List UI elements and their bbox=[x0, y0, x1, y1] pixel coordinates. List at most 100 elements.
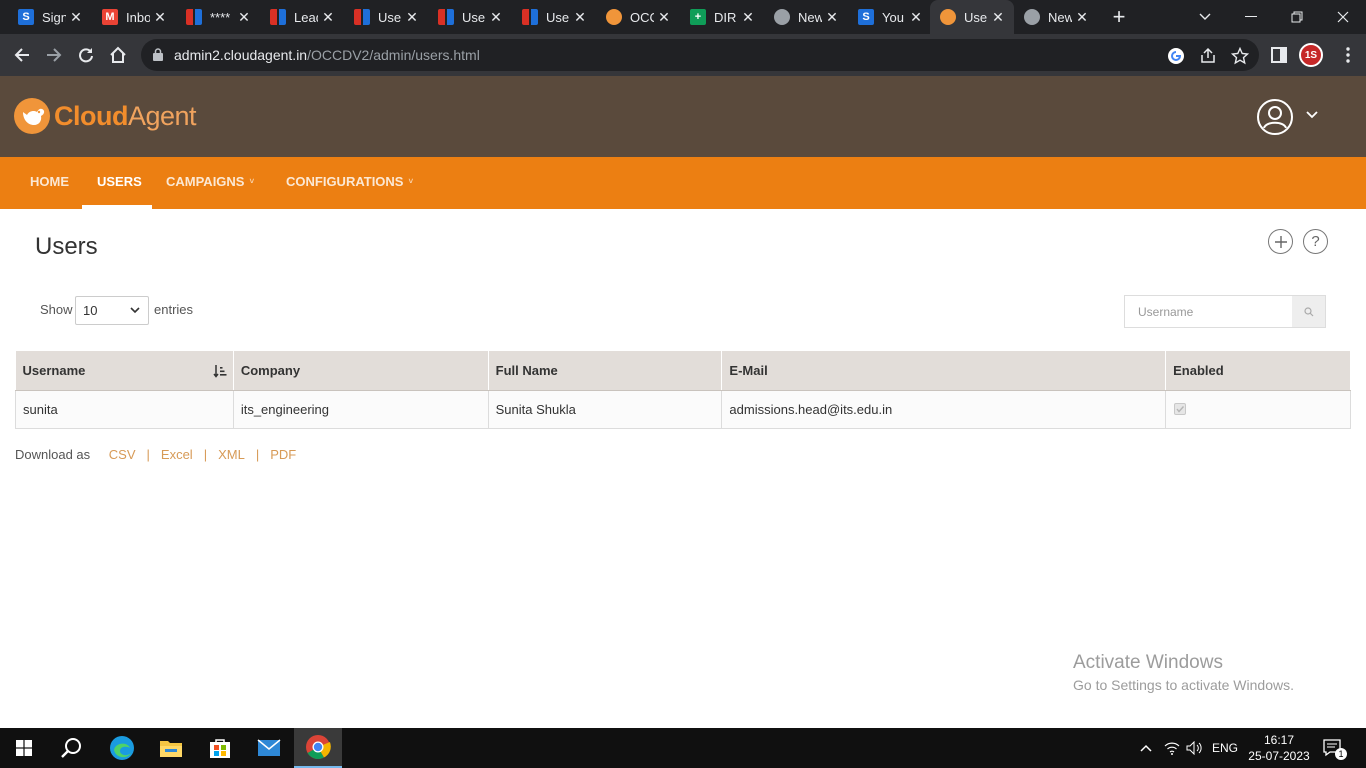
mail-icon bbox=[257, 739, 281, 756]
chrome-taskbar-button[interactable] bbox=[294, 728, 342, 768]
browser-tab[interactable]: **** ✕ bbox=[176, 0, 260, 34]
enabled-checkbox bbox=[1174, 403, 1187, 415]
reload-icon bbox=[79, 48, 93, 63]
show-hidden-icons-button[interactable] bbox=[1140, 728, 1152, 768]
table-row[interactable]: sunita its_engineering Sunita Shukla adm… bbox=[15, 390, 1351, 429]
close-tab-icon[interactable]: ✕ bbox=[488, 9, 504, 25]
column-header-enabled[interactable]: Enabled bbox=[1165, 351, 1351, 391]
url-path: /OCCDV2/admin/users.html bbox=[307, 47, 480, 63]
entries-value: 10 bbox=[83, 303, 98, 318]
sort-ascending-icon bbox=[213, 365, 227, 378]
browser-tab[interactable]: New ✕ bbox=[1014, 0, 1098, 34]
close-window-button[interactable] bbox=[1320, 0, 1366, 34]
browser-tab[interactable]: S Sign ✕ bbox=[8, 0, 92, 34]
watermark-line-1: Activate Windows bbox=[1073, 652, 1223, 673]
app-header: CloudAgent bbox=[0, 76, 1366, 157]
browser-tab[interactable]: Use ✕ bbox=[930, 0, 1014, 34]
help-button[interactable]: ? bbox=[1303, 229, 1328, 254]
close-icon bbox=[1337, 11, 1349, 23]
nav-users[interactable]: USERS bbox=[97, 157, 142, 209]
chrome-icon bbox=[306, 735, 331, 760]
username-search-input[interactable]: Username bbox=[1124, 295, 1326, 328]
file-explorer-taskbar-button[interactable] bbox=[147, 728, 195, 768]
cloudagent-logo[interactable]: CloudAgent bbox=[14, 98, 197, 134]
browser-tab[interactable]: Users✕ bbox=[344, 0, 428, 34]
close-tab-icon[interactable]: ✕ bbox=[656, 9, 672, 25]
user-avatar-icon[interactable] bbox=[1257, 99, 1293, 135]
close-tab-icon[interactable]: ✕ bbox=[1074, 9, 1090, 25]
close-tab-icon[interactable]: ✕ bbox=[152, 9, 168, 25]
plus-icon bbox=[1274, 235, 1287, 248]
address-bar[interactable]: admin2.cloudagent.in/OCCDV2/admin/users.… bbox=[141, 39, 1259, 71]
column-header-email[interactable]: E-Mail bbox=[721, 351, 1167, 391]
side-panel-button[interactable] bbox=[1267, 43, 1291, 67]
bookmark-icon bbox=[186, 9, 202, 25]
minimize-button[interactable] bbox=[1228, 0, 1274, 34]
close-tab-icon[interactable]: ✕ bbox=[990, 9, 1006, 25]
close-tab-icon[interactable]: ✕ bbox=[572, 9, 588, 25]
network-button[interactable] bbox=[1164, 728, 1180, 768]
browser-tab[interactable]: + DIR ✕ bbox=[680, 0, 764, 34]
edge-taskbar-button[interactable] bbox=[98, 728, 146, 768]
chevron-down-icon bbox=[1199, 13, 1211, 20]
forward-button[interactable] bbox=[41, 42, 67, 68]
mail-taskbar-button[interactable] bbox=[245, 728, 293, 768]
cloudagent-icon bbox=[940, 9, 956, 25]
column-header-full-name[interactable]: Full Name bbox=[488, 351, 723, 391]
close-tab-icon[interactable]: ✕ bbox=[908, 9, 924, 25]
speaker-icon bbox=[1186, 741, 1202, 755]
back-button[interactable] bbox=[9, 42, 35, 68]
notifications-button[interactable]: 1 bbox=[1323, 728, 1347, 768]
language-indicator[interactable]: ENG bbox=[1212, 728, 1238, 768]
close-tab-icon[interactable]: ✕ bbox=[68, 9, 84, 25]
browser-tab[interactable]: Users✕ bbox=[428, 0, 512, 34]
browser-tab[interactable]: Users✕ bbox=[512, 0, 596, 34]
browser-tab[interactable]: S You ✕ bbox=[848, 0, 932, 34]
store-taskbar-button[interactable] bbox=[196, 728, 244, 768]
page-title: Users bbox=[35, 233, 98, 260]
share-icon[interactable] bbox=[1199, 47, 1217, 65]
user-menu-chevron-icon[interactable] bbox=[1306, 111, 1318, 119]
new-tab-button[interactable]: + bbox=[1107, 5, 1131, 29]
profile-button[interactable]: 1S bbox=[1299, 43, 1323, 67]
browser-menu-button[interactable] bbox=[1336, 43, 1360, 67]
browser-tab[interactable]: Leads✕ bbox=[260, 0, 344, 34]
google-icon[interactable] bbox=[1167, 47, 1185, 65]
volume-button[interactable] bbox=[1186, 728, 1204, 768]
download-csv-link[interactable]: CSV bbox=[109, 447, 136, 462]
close-tab-icon[interactable]: ✕ bbox=[824, 9, 840, 25]
browser-tab[interactable]: OCC✕ bbox=[596, 0, 680, 34]
restore-button[interactable] bbox=[1274, 0, 1320, 34]
clock[interactable]: 16:17 25-07-2023 bbox=[1246, 732, 1312, 764]
nav-configurations[interactable]: CONFIGURATIONS ˅ bbox=[286, 157, 413, 209]
edge-icon bbox=[110, 736, 134, 760]
tab-search-button[interactable] bbox=[1182, 0, 1228, 34]
cloudagent-bird-icon bbox=[14, 98, 50, 134]
download-excel-link[interactable]: Excel bbox=[161, 447, 193, 462]
nav-home[interactable]: HOME bbox=[30, 157, 69, 209]
nav-campaigns[interactable]: CAMPAIGNS ˅ bbox=[166, 157, 254, 209]
add-user-button[interactable] bbox=[1268, 229, 1293, 254]
home-button[interactable] bbox=[105, 42, 131, 68]
search-button[interactable] bbox=[1292, 296, 1325, 327]
reload-button[interactable] bbox=[73, 42, 99, 68]
kebab-menu-icon bbox=[1346, 47, 1350, 63]
clock-date: 25-07-2023 bbox=[1248, 749, 1310, 763]
close-tab-icon[interactable]: ✕ bbox=[320, 9, 336, 25]
close-tab-icon[interactable]: ✕ bbox=[404, 9, 420, 25]
download-pdf-link[interactable]: PDF bbox=[270, 447, 296, 462]
search-taskbar-button[interactable] bbox=[48, 728, 96, 768]
column-header-username[interactable]: Username bbox=[15, 351, 234, 391]
browser-tab[interactable]: M Inbox✕ bbox=[92, 0, 176, 34]
caret-down-icon: ˅ bbox=[249, 177, 255, 186]
bookmark-star-icon[interactable] bbox=[1231, 47, 1249, 65]
browser-tab[interactable]: New ✕ bbox=[764, 0, 848, 34]
column-header-company[interactable]: Company bbox=[233, 351, 489, 391]
entries-per-page-select[interactable]: 10 bbox=[75, 296, 149, 325]
start-button[interactable] bbox=[0, 728, 48, 768]
download-xml-link[interactable]: XML bbox=[218, 447, 245, 462]
cell-username[interactable]: sunita bbox=[15, 390, 234, 429]
close-tab-icon[interactable]: ✕ bbox=[236, 9, 252, 25]
close-tab-icon[interactable]: ✕ bbox=[740, 9, 756, 25]
avatar: 1S bbox=[1299, 43, 1323, 67]
